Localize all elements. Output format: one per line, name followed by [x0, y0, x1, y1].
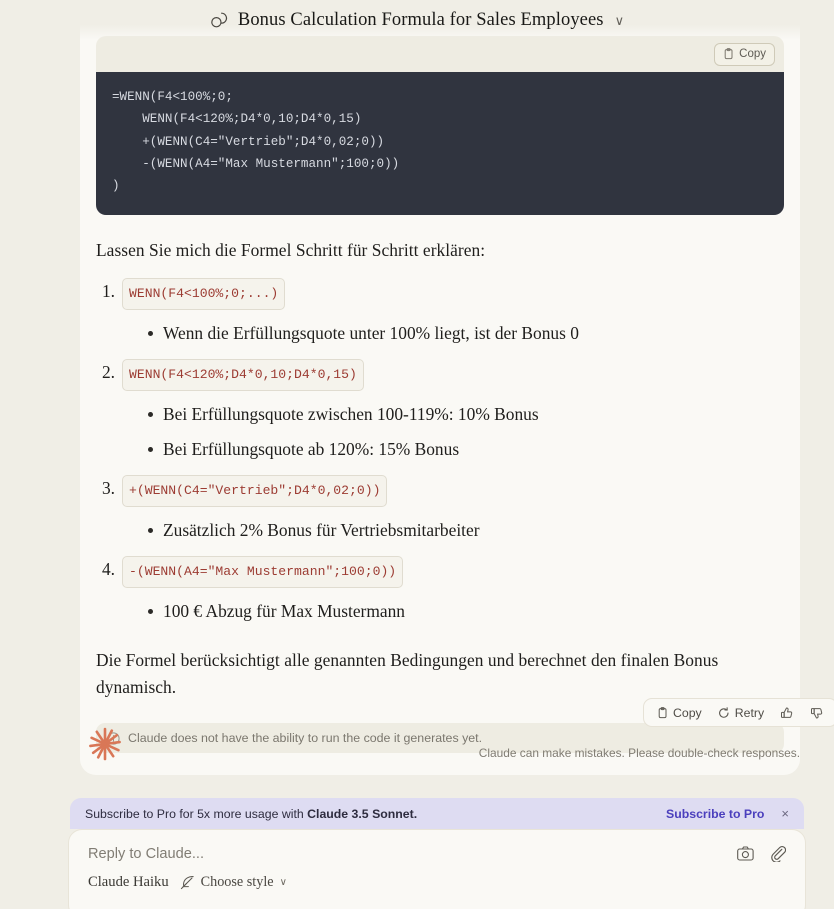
notice-text: Claude does not have the ability to run …: [128, 731, 483, 746]
chevron-down-icon[interactable]: ∨: [615, 14, 625, 27]
paperclip-icon[interactable]: [770, 845, 786, 862]
chevron-down-icon: ∨: [279, 877, 287, 888]
message-action-bar: Copy Retry: [643, 698, 834, 727]
thumbs-up-icon: [781, 707, 793, 718]
retry-label: Retry: [734, 705, 765, 720]
step-inline-code: WENN(F4<120%;D4*0,10;D4*0,15): [122, 359, 364, 392]
retry-button[interactable]: Retry: [712, 703, 770, 723]
step-number: 4.: [101, 559, 115, 580]
copy-button[interactable]: Copy: [651, 703, 708, 723]
thumbs-down-icon: [811, 707, 823, 718]
disclaimer-text: Claude can make mistakes. Please double-…: [478, 746, 800, 760]
code-block-toolbar: Copy: [96, 36, 784, 72]
list-item: 4. -(WENN(A4="Max Mustermann";100;0)) 10…: [96, 556, 784, 625]
claude-logo: [86, 725, 124, 763]
list-item: 3. +(WENN(C4="Vertrieb";D4*0,02;0)) Zusä…: [96, 475, 784, 544]
step-bullets: Bei Erfüllungsquote zwischen 100-119%: 1…: [96, 401, 784, 463]
chat-bubbles-icon: [211, 12, 227, 27]
banner-model-name: Claude 3.5 Sonnet.: [307, 806, 418, 821]
banner-message: Subscribe to Pro for 5x more usage with …: [85, 807, 666, 821]
list-item: Bei Erfüllungsquote zwischen 100-119%: 1…: [146, 401, 784, 428]
step-inline-code: -(WENN(A4="Max Mustermann";100;0)): [122, 556, 404, 589]
step-bullets: 100 € Abzug für Max Mustermann: [96, 598, 784, 625]
list-item: 2. WENN(F4<120%;D4*0,10;D4*0,15) Bei Erf…: [96, 359, 784, 463]
reply-input[interactable]: Reply to Claude...: [88, 846, 737, 862]
step-number: 1.: [101, 281, 115, 302]
step-bullets: Zusätzlich 2% Bonus für Vertriebsmitarbe…: [96, 517, 784, 544]
list-item: Wenn die Erfüllungsquote unter 100% lieg…: [146, 320, 784, 347]
step-number: 3.: [101, 478, 115, 499]
step-bullets: Wenn die Erfüllungsquote unter 100% lieg…: [96, 320, 784, 347]
conversation-header: Bonus Calculation Formula for Sales Empl…: [0, 0, 834, 40]
banner-text: Subscribe to Pro for 5x more usage with: [85, 806, 308, 821]
thumbs-down-button[interactable]: [804, 703, 830, 723]
style-label: Choose style: [200, 874, 274, 890]
subscribe-to-pro-link[interactable]: Subscribe to Pro: [666, 807, 764, 821]
camera-icon[interactable]: [737, 846, 754, 861]
step-inline-code: WENN(F4<100%;0;...): [122, 278, 286, 311]
claude-asterisk-icon: [89, 727, 121, 761]
intro-paragraph: Lassen Sie mich die Formel Schritt für S…: [96, 240, 486, 261]
thumbs-up-button[interactable]: [774, 703, 800, 723]
list-item: Bei Erfüllungsquote ab 120%: 15% Bonus: [146, 436, 784, 463]
model-selector[interactable]: Claude Haiku: [88, 874, 169, 891]
list-item: 100 € Abzug für Max Mustermann: [146, 598, 784, 625]
code-block: Copy =WENN(F4<100%;0; WENN(F4<120%;D4*0,…: [96, 36, 784, 216]
message-composer[interactable]: Reply to Claude... Claude Haiku Choose s…: [68, 829, 806, 909]
steps-list: 1. WENN(F4<100%;0;...) Wenn die Erfüllun…: [96, 278, 784, 625]
code-copy-button[interactable]: Copy: [714, 42, 775, 66]
step-inline-code: +(WENN(C4="Vertrieb";D4*0,02;0)): [122, 475, 388, 508]
conversation-title: Bonus Calculation Formula for Sales Empl…: [237, 9, 604, 30]
copy-label: Copy: [673, 705, 702, 720]
assistant-message-card: Copy =WENN(F4<100%;0; WENN(F4<120%;D4*0,…: [80, 0, 800, 776]
list-item: 1. WENN(F4<100%;0;...) Wenn die Erfüllun…: [96, 278, 784, 347]
subscribe-banner: Subscribe to Pro for 5x more usage with …: [70, 798, 804, 829]
clipboard-icon: [724, 48, 733, 60]
code-content: =WENN(F4<100%;0; WENN(F4<120%;D4*0,10;D4…: [96, 72, 784, 216]
close-icon[interactable]: ×: [781, 807, 789, 820]
retry-icon: [718, 706, 729, 718]
feather-icon: [180, 876, 194, 890]
style-selector[interactable]: Choose style ∨: [180, 874, 287, 891]
step-number: 2.: [101, 362, 115, 383]
list-item: Zusätzlich 2% Bonus für Vertriebsmitarbe…: [146, 517, 784, 544]
clipboard-icon: [658, 706, 667, 718]
code-copy-label: Copy: [739, 48, 766, 60]
outro-paragraph: Die Formel berücksichtigt alle genannten…: [96, 650, 719, 698]
